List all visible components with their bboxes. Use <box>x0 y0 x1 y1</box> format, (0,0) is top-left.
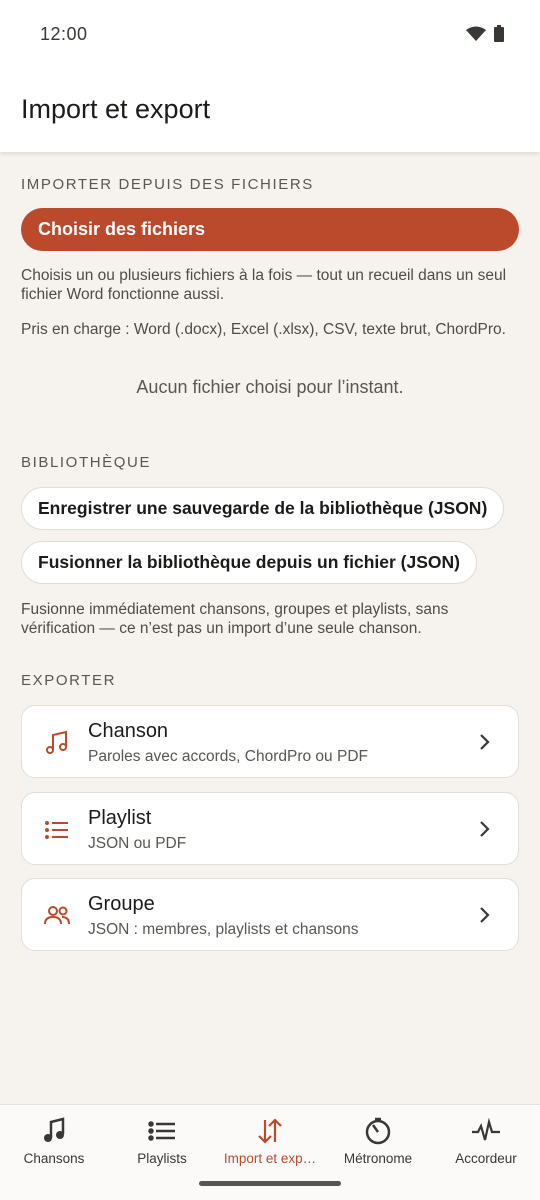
nav-item-metronome[interactable]: Métronome <box>324 1105 432 1185</box>
people-icon <box>42 901 72 931</box>
export-playlist-card[interactable]: Playlist JSON ou PDF <box>21 792 519 865</box>
nav-item-tuner[interactable]: Accordeur <box>432 1105 540 1185</box>
nav-item-songs[interactable]: Chansons <box>0 1105 108 1185</box>
merge-library-button[interactable]: Fusionner la bibliothèque depuis un fich… <box>21 541 477 584</box>
nav-label: Chansons <box>23 1151 85 1166</box>
nav-item-playlists[interactable]: Playlists <box>108 1105 216 1185</box>
import-export-icon <box>254 1115 286 1147</box>
top-app-bar: 12:00 Import et export <box>0 0 540 152</box>
nav-label: Playlists <box>137 1151 187 1166</box>
card-title: Chanson <box>88 720 169 742</box>
supported-formats-text: Pris en charge : Word (.docx), Excel (.x… <box>21 321 506 338</box>
chevron-right-icon <box>478 732 492 752</box>
nav-label: Accordeur <box>455 1151 517 1166</box>
home-indicator[interactable] <box>199 1181 341 1186</box>
nav-item-import-export[interactable]: Import et exp… <box>216 1105 324 1185</box>
music-note-icon <box>42 728 72 758</box>
tuner-icon <box>470 1115 502 1147</box>
card-title: Groupe <box>88 893 155 915</box>
battery-icon <box>494 25 504 47</box>
list-icon <box>146 1115 178 1147</box>
status-icons <box>466 25 504 47</box>
chevron-right-icon <box>478 905 492 925</box>
music-note-icon <box>38 1115 70 1147</box>
import-description: Choisis un ou plusieurs fichiers à la fo… <box>21 267 507 303</box>
page-title: Import et export <box>21 94 211 124</box>
library-section-label: BIBLIOTHÈQUE <box>21 454 152 471</box>
card-subtitle: JSON ou PDF <box>88 835 187 852</box>
nav-label: Import et exp… <box>223 1151 317 1166</box>
save-backup-button[interactable]: Enregistrer une sauvegarde de la bibliot… <box>21 487 505 530</box>
list-icon <box>42 815 72 845</box>
export-section-label: EXPORTER <box>21 672 117 689</box>
export-group-card[interactable]: Groupe JSON : membres, playlists et chan… <box>21 878 519 951</box>
chevron-right-icon <box>478 819 492 839</box>
empty-state-text: Aucun fichier choisi pour l’instant. <box>136 377 404 397</box>
export-song-card[interactable]: Chanson Paroles avec accords, ChordPro o… <box>21 705 519 778</box>
main-content: IMPORTER DEPUIS DES FICHIERS Choisir des… <box>0 152 540 1104</box>
nav-label: Métronome <box>343 1151 413 1166</box>
metronome-icon <box>362 1115 394 1147</box>
card-title: Playlist <box>88 807 152 829</box>
import-section-label: IMPORTER DEPUIS DES FICHIERS <box>21 176 314 193</box>
wifi-icon <box>466 26 486 47</box>
card-subtitle: JSON : membres, playlists et chansons <box>88 921 359 938</box>
card-subtitle: Paroles avec accords, ChordPro ou PDF <box>88 748 368 765</box>
choose-files-button[interactable]: Choisir des fichiers <box>21 208 519 251</box>
status-time: 12:00 <box>40 24 88 44</box>
merge-note: Fusionne immédiatement chansons, groupes… <box>21 601 449 637</box>
